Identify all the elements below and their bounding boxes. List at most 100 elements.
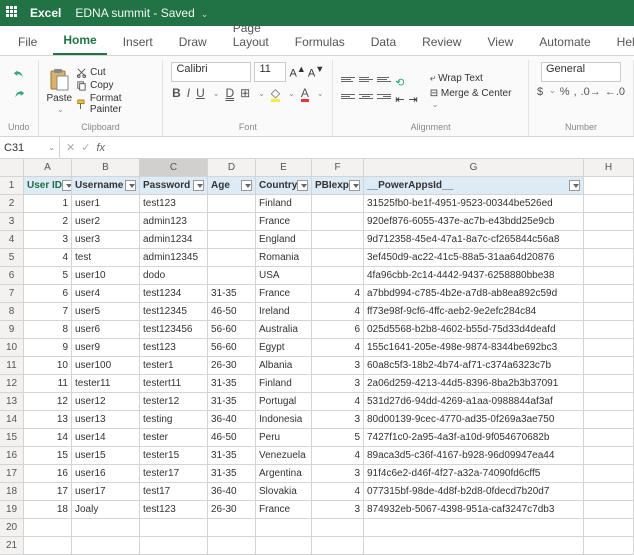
column-header[interactable]: D xyxy=(208,159,256,177)
column-header[interactable]: G xyxy=(364,159,584,177)
tab-automate[interactable]: Automate xyxy=(529,29,600,55)
cell[interactable]: 17 xyxy=(24,483,72,501)
row-header[interactable]: 16 xyxy=(0,447,24,465)
row-header[interactable]: 5 xyxy=(0,249,24,267)
row-header[interactable]: 3 xyxy=(0,213,24,231)
decrease-indent-icon[interactable]: ⇤ xyxy=(395,93,404,106)
cell[interactable]: 7427f1c0-2a95-4a3f-a10d-9f054670682b xyxy=(364,429,584,447)
currency-button[interactable]: $ xyxy=(537,86,543,98)
cell[interactable]: 2 xyxy=(24,213,72,231)
paste-button[interactable]: Paste ⌄ xyxy=(47,68,73,114)
comma-button[interactable]: , xyxy=(574,86,577,98)
cell[interactable]: ff73e98f-9cf6-4ffc-aeb2-9e2efc284c84 xyxy=(364,303,584,321)
cell[interactable]: 60a8c5f3-18b2-4b74-af71-c374a6323c7b xyxy=(364,357,584,375)
cell[interactable] xyxy=(312,231,364,249)
cell[interactable]: 9d712358-45e4-47a1-8a7c-cf265844c56a8 xyxy=(364,231,584,249)
tab-insert[interactable]: Insert xyxy=(113,29,163,55)
cell[interactable]: user9 xyxy=(72,339,140,357)
cell[interactable] xyxy=(208,213,256,231)
row-header[interactable]: 11 xyxy=(0,357,24,375)
cell[interactable]: user4 xyxy=(72,285,140,303)
align-left-icon[interactable] xyxy=(341,94,355,105)
font-name-select[interactable]: Calibri xyxy=(171,62,251,82)
cell[interactable] xyxy=(312,213,364,231)
cell[interactable] xyxy=(584,393,634,411)
cell[interactable] xyxy=(24,519,72,537)
column-header[interactable]: B xyxy=(72,159,140,177)
cell[interactable]: Finland xyxy=(256,375,312,393)
double-underline-button[interactable]: D xyxy=(225,86,234,100)
cell[interactable]: 31-35 xyxy=(208,447,256,465)
cell[interactable] xyxy=(584,339,634,357)
align-bottom-icon[interactable] xyxy=(377,77,391,88)
cell[interactable] xyxy=(256,519,312,537)
cell[interactable] xyxy=(24,537,72,555)
cell[interactable]: admin123 xyxy=(140,213,208,231)
row-header[interactable]: 9 xyxy=(0,321,24,339)
cell[interactable]: 3 xyxy=(312,357,364,375)
cell[interactable]: admin1234 xyxy=(140,231,208,249)
cell[interactable]: 3 xyxy=(312,411,364,429)
wrap-text-button[interactable]: ⤶ Wrap Text xyxy=(430,73,520,84)
tab-draw[interactable]: Draw xyxy=(169,29,217,55)
cell[interactable]: 91f4c6e2-d46f-4f27-a32a-74090fd6cff5 xyxy=(364,465,584,483)
merge-center-button[interactable]: ⊟ Merge & Center ⌄ xyxy=(430,88,520,110)
border-button[interactable]: ⊞ xyxy=(240,86,250,100)
cell[interactable]: 5 xyxy=(24,267,72,285)
font-size-select[interactable]: 11 xyxy=(254,62,286,82)
cell[interactable] xyxy=(584,231,634,249)
cell[interactable] xyxy=(584,249,634,267)
cell[interactable]: 13 xyxy=(24,411,72,429)
cell[interactable]: 3 xyxy=(24,231,72,249)
cell[interactable] xyxy=(312,519,364,537)
cell[interactable]: 3ef450d9-ac22-41c5-88a5-31aa64d20876 xyxy=(364,249,584,267)
increase-indent-icon[interactable]: ⇥ xyxy=(408,93,417,106)
italic-button[interactable]: I xyxy=(187,86,190,100)
cell[interactable] xyxy=(584,375,634,393)
cell[interactable] xyxy=(584,411,634,429)
cell[interactable]: user13 xyxy=(72,411,140,429)
cell[interactable] xyxy=(584,285,634,303)
cell[interactable]: test123 xyxy=(140,501,208,519)
filter-dropdown-icon[interactable] xyxy=(349,180,360,191)
filter-dropdown-icon[interactable] xyxy=(297,180,308,191)
cell[interactable]: Peru xyxy=(256,429,312,447)
cell[interactable]: 874932eb-5067-4398-951a-caf3247c7db3 xyxy=(364,501,584,519)
cell[interactable]: test123 xyxy=(140,195,208,213)
cell[interactable]: user1 xyxy=(72,195,140,213)
cell[interactable] xyxy=(584,537,634,555)
table-header-cell[interactable]: Password xyxy=(140,177,208,195)
cell[interactable] xyxy=(364,519,584,537)
cell[interactable]: testert11 xyxy=(140,375,208,393)
cell[interactable] xyxy=(256,537,312,555)
cell[interactable] xyxy=(140,537,208,555)
cell[interactable]: Portugal xyxy=(256,393,312,411)
cell[interactable]: 31-35 xyxy=(208,375,256,393)
cell[interactable] xyxy=(312,249,364,267)
table-header-cell[interactable]: PBIexp xyxy=(312,177,364,195)
cell[interactable]: 46-50 xyxy=(208,303,256,321)
cell[interactable]: Australia xyxy=(256,321,312,339)
percent-button[interactable]: % xyxy=(560,86,570,98)
cell[interactable]: 3 xyxy=(312,465,364,483)
column-header[interactable]: A xyxy=(24,159,72,177)
cell[interactable]: 920ef876-6055-437e-ac7b-e43bdd25e9cb xyxy=(364,213,584,231)
cell[interactable] xyxy=(584,303,634,321)
fill-color-button[interactable]: ◇ xyxy=(271,86,280,100)
cell[interactable]: 12 xyxy=(24,393,72,411)
number-format-select[interactable]: General xyxy=(541,62,621,82)
cell[interactable]: 4 xyxy=(312,303,364,321)
cell[interactable]: user12 xyxy=(72,393,140,411)
row-header[interactable]: 4 xyxy=(0,231,24,249)
app-launcher-icon[interactable] xyxy=(6,6,20,20)
cell[interactable] xyxy=(584,483,634,501)
cell[interactable] xyxy=(584,213,634,231)
cell[interactable]: user17 xyxy=(72,483,140,501)
cell[interactable]: admin12345 xyxy=(140,249,208,267)
cell[interactable]: 26-30 xyxy=(208,357,256,375)
table-header-cell[interactable]: Country xyxy=(256,177,312,195)
cell[interactable] xyxy=(312,537,364,555)
cell[interactable]: 10 xyxy=(24,357,72,375)
cell[interactable]: 3 xyxy=(312,375,364,393)
row-header[interactable]: 19 xyxy=(0,501,24,519)
